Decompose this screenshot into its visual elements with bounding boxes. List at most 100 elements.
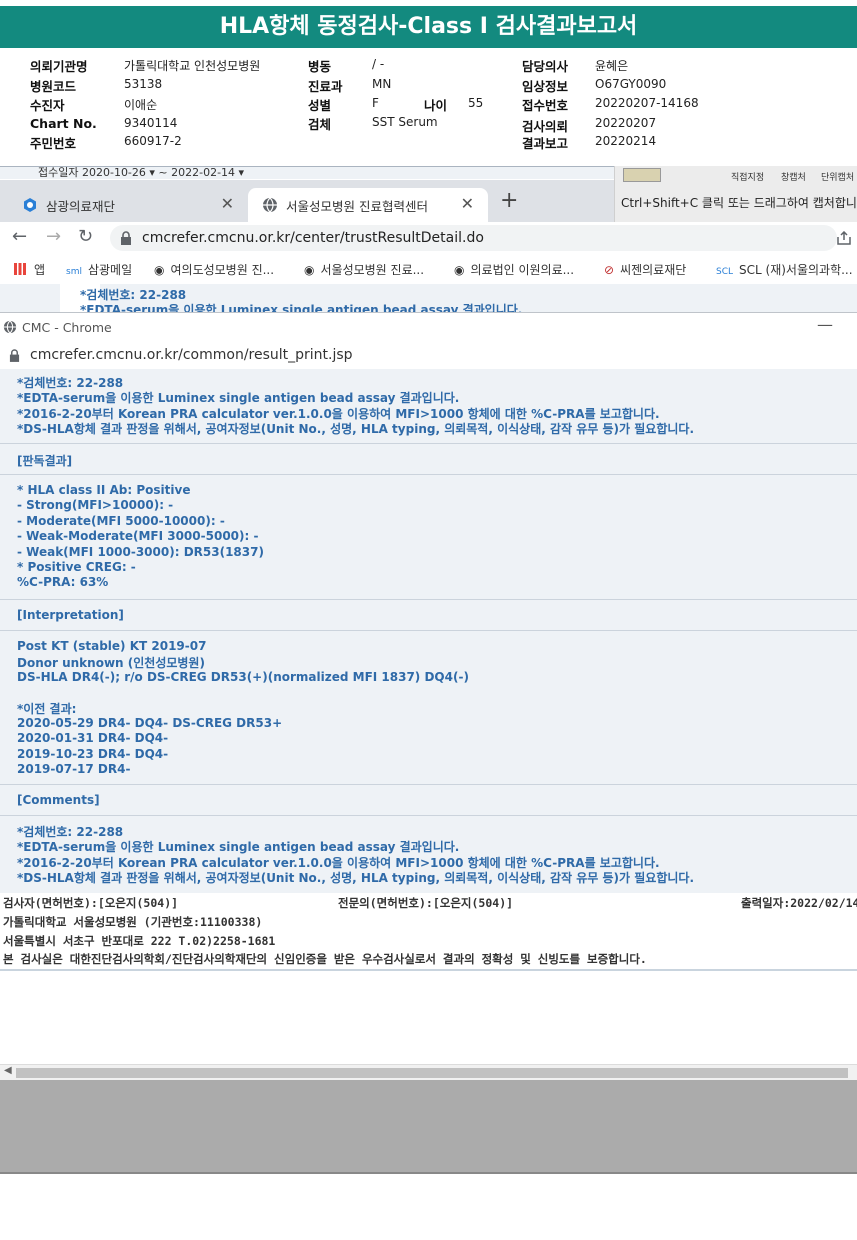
interpretation-section: Post KT (stable) KT 2019-07 Donor unknow… [0,631,857,785]
chart-no-value: 9340114 [124,116,178,130]
doctor-value: 윤혜은 [595,59,629,73]
mail-icon: sml [66,267,82,277]
department-label: 진료과 [308,79,343,94]
capture-hint: Ctrl+Shift+C 클릭 또는 드래그하여 캡처합니다 [621,196,857,210]
specimen-label: 검체 [308,117,332,132]
capture-mode-region[interactable]: 직접지정 [731,170,764,183]
share-icon[interactable] [836,231,852,245]
close-icon[interactable]: ✕ [461,194,474,213]
tab-samkwang[interactable]: 삼광의료재단 ✕ [8,188,248,222]
bookmarks-bar: 앱 sml 삼광메일 ◉ 여의도성모병원 진... ◉ 서울성모병원 진료... ◉ 의… [0,254,857,285]
globe-icon: ◉ [304,263,315,277]
popup-title-bar: CMC - Chrome — [0,312,857,343]
capture-mode-unit[interactable]: 단위캡처 [821,170,854,183]
previous-result-line: 2019-07-17 DR4- [17,762,131,776]
result-line: %C-PRA: 63% [17,575,109,589]
interp-line: Post KT (stable) KT 2019-07 [17,639,207,653]
background-page-content: *검체번호: 22-288 *EDTA-serum을 이용한 Luminex s… [0,284,857,312]
lock-icon [9,349,20,362]
capture-thumbnail[interactable] [623,168,661,182]
resident-no-value: 660917-2 [124,134,182,148]
specimen-value: SST Serum [372,115,438,129]
collector-value: 이애순 [124,98,158,112]
capture-mode-window[interactable]: 창캡처 [781,170,806,183]
collector-label: 수진자 [30,98,65,113]
globe-icon [3,320,17,334]
bookmark-ewon[interactable]: ◉ 의료법인 이원의료... [454,261,574,278]
previous-result-line: 2019-10-23 DR4- DQ4- [17,747,169,761]
minimize-button[interactable]: — [817,315,833,334]
result-report-body: *검체번호: 22-288 *EDTA-serum을 이용한 Luminex s… [0,369,857,893]
bookmark-yeouido[interactable]: ◉ 여의도성모병원 진... [154,261,274,278]
interp-line: Donor unknown (인천성모병원) [17,656,205,670]
horizontal-scrollbar[interactable]: ◀ [0,1064,857,1081]
age-value: 55 [468,96,484,110]
globe-icon: ◉ [454,263,465,277]
bookmark-apps[interactable]: 앱 [14,261,45,278]
popup-url: cmcrefer.cmcnu.or.kr/common/result_print… [30,347,353,363]
bookmark-samkwang-mail[interactable]: sml 삼광메일 [66,261,132,278]
notes-section: *검체번호: 22-288 *EDTA-serum을 이용한 Luminex s… [0,369,857,444]
bookmark-seoul-st-mary[interactable]: ◉ 서울성모병원 진료... [304,261,424,278]
hospital-code-label: 병원코드 [30,79,77,94]
interpretation-header-section: [Interpretation] [0,600,857,631]
capture-tool-panel: 직접지정 창캡처 단위캡처 Ctrl+Shift+C 클릭 또는 드래그하여 캡… [614,166,857,223]
note-line: *DS-HLA항체 결과 판정을 위해서, 공여자정보(Unit No., 성명… [17,422,694,436]
ward-value: / - [372,57,385,71]
scl-icon: SCL [716,267,734,277]
address-info: 서울특별시 서초구 반포대로 222 T.02)2258-1681 [3,934,276,948]
tab-seoul-st-mary[interactable]: 서울성모병원 진료협력센터 ✕ [248,188,488,222]
forward-button[interactable]: → [46,226,61,247]
chart-no-label: Chart No. [30,116,97,131]
section-heading: [판독결과] [17,454,73,468]
empty-window-area [0,1080,857,1174]
url-text: cmcrefer.cmcnu.or.kr/center/trustResultD… [142,230,484,246]
browser-toolbar: ← → ↻ cmcrefer.cmcnu.or.kr/center/trustR… [0,222,857,254]
print-date: 출력일자:2022/02/14 [741,896,857,910]
resident-no-label: 주민번호 [30,136,77,151]
result-line: - Strong(MFI>10000): - [17,498,174,512]
clinical-info-value: O67GY0090 [595,77,667,91]
tester-info: 검사자(면허번호):[오은지(504)] [3,896,179,910]
bookmark-scl[interactable]: SCL SCL (재)서울의과학... [716,261,853,278]
sex-label: 성별 [308,98,332,113]
specialist-info: 전문의(면허번호):[오은지(504)] [338,896,514,910]
interp-line: DS-HLA DR4(-); r/o DS-CREG DR53(+)(norma… [17,670,469,684]
certification-statement: 본 검사실은 대한진단검사의학회/진단검사의학재단의 신임인증을 받은 우수검사… [3,952,647,966]
previous-results-heading: *이전 결과: [17,702,77,716]
result-line: * Positive CREG: - [17,560,136,574]
close-icon[interactable]: ✕ [221,194,234,213]
result-header-section: [판독결과] [0,444,857,475]
comments-section: *검체번호: 22-288 *EDTA-serum을 이용한 Luminex s… [0,816,857,892]
note-line: *EDTA-serum을 이용한 Luminex single antigen … [17,391,460,405]
result-line: - Weak-Moderate(MFI 3000-5000): - [17,529,259,543]
report-title: HLA항체 동정검사-Class I 검사결과보고서 [0,6,857,48]
scroll-left-icon[interactable]: ◀ [4,1065,12,1076]
age-label: 나이 [424,98,448,113]
result-line: - Moderate(MFI 5000-10000): - [17,514,225,528]
section-heading: [Interpretation] [17,608,124,622]
scrollbar-thumb[interactable] [16,1068,848,1078]
samkwang-favicon-icon [24,198,36,212]
tab-label: 서울성모병원 진료협력센터 [286,199,428,214]
reload-button[interactable]: ↻ [78,226,93,247]
request-date-value: 20220207 [595,116,657,130]
ward-label: 병동 [308,59,332,74]
department-value: MN [372,77,392,91]
previous-result-line: 2020-05-29 DR4- DQ4- DS-CREG DR53+ [17,716,283,730]
section-heading: [Comments] [17,793,100,807]
report-date-value: 20220214 [595,134,657,148]
apps-grid-icon [14,263,26,275]
back-button[interactable]: ← [12,226,27,247]
previous-result-line: 2020-01-31 DR4- DQ4- [17,731,169,745]
popup-address-bar[interactable]: cmcrefer.cmcnu.or.kr/common/result_print… [0,342,857,370]
date-filter-text: 접수일자 2020-10-26 ▾ ~ 2022-02-14 ▾ [38,166,245,179]
bookmark-seegene[interactable]: ⊘ 씨젠의료재단 [604,261,686,278]
lock-icon [121,231,131,245]
tab-label: 삼광의료재단 [46,199,116,214]
receipt-no-label: 접수번호 [522,98,569,113]
new-tab-button[interactable]: + [500,188,518,213]
address-bar[interactable]: cmcrefer.cmcnu.or.kr/center/trustResultD… [110,225,837,251]
report-footer: 검사자(면허번호):[오은지(504)] 전문의(면허번호):[오은지(504)… [0,893,857,971]
institution-value: 가톨릭대학교 인천성모병원 [124,59,261,73]
